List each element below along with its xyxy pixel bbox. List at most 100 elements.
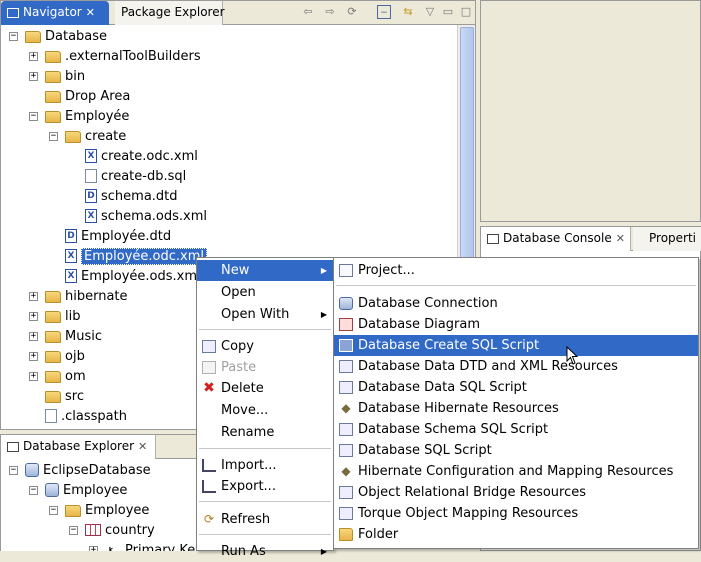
tree-item[interactable]: − Employee [29, 481, 127, 501]
menu-item-run-as[interactable]: Run As ▶ [197, 541, 333, 562]
tree-item[interactable]: X Employée.ods.xml [65, 267, 201, 287]
menu-item-paste[interactable]: Paste [197, 357, 333, 378]
collapse-icon[interactable]: − [49, 132, 58, 141]
folder-icon [45, 390, 61, 403]
minimize-icon[interactable]: ▭ [441, 5, 455, 19]
tree-item[interactable]: + .externalToolBuilders [29, 47, 201, 67]
submenu-item-project[interactable]: Project... [334, 260, 698, 281]
menu-item-move[interactable]: Move... [197, 400, 333, 421]
menu-item-copy[interactable]: Copy [197, 336, 333, 357]
sql-script-icon [339, 444, 353, 457]
tree-item[interactable]: − Employee [49, 501, 149, 521]
tree-item[interactable]: + lib [29, 307, 80, 327]
tab-navigator[interactable]: Navigator ✕ [1, 1, 109, 25]
tree-item[interactable]: src [45, 387, 84, 407]
tab-package-explorer[interactable]: Package Explorer [115, 1, 225, 25]
menu-item-open-with[interactable]: Open With ▶ [197, 304, 333, 325]
tree-item[interactable]: + om [29, 367, 86, 387]
tab-database-explorer[interactable]: Database Explorer ✕ [1, 435, 156, 459]
collapse-icon[interactable]: − [29, 112, 38, 121]
submenu-item-database-data-dtd-xml[interactable]: Database Data DTD and XML Resources [334, 356, 698, 377]
expand-icon[interactable]: + [29, 352, 38, 361]
menu-item-open[interactable]: Open [197, 282, 333, 303]
collapse-icon[interactable]: − [49, 506, 58, 515]
menu-separator [199, 448, 331, 449]
tree-item[interactable]: Dschema.dtd [85, 187, 178, 207]
menu-item-delete[interactable]: ✖ Delete [197, 378, 333, 399]
table-icon [85, 523, 101, 536]
expand-icon[interactable]: + [29, 72, 38, 81]
menu-item-rename[interactable]: Rename [197, 422, 333, 443]
expand-icon[interactable]: + [29, 52, 38, 61]
folder-open-icon [65, 130, 81, 143]
folder-icon [45, 290, 61, 303]
tree-item[interactable]: + bin [29, 67, 85, 87]
submenu-item-database-schema-sql-script[interactable]: Database Schema SQL Script [334, 419, 698, 440]
submenu-item-database-data-sql-script[interactable]: Database Data SQL Script [334, 377, 698, 398]
folder-open-icon [45, 110, 61, 123]
expand-icon[interactable]: + [89, 546, 98, 551]
collapse-icon[interactable]: − [9, 32, 18, 41]
tree-item[interactable]: Drop Area [45, 87, 130, 107]
sql-script-icon [339, 423, 353, 436]
tab-database-console[interactable]: Database Console ✕ [481, 227, 631, 251]
submenu-item-database-sql-script[interactable]: Database SQL Script [334, 440, 698, 461]
tree-item[interactable]: D Employée.dtd [65, 227, 171, 247]
submenu-arrow-icon: ▶ [320, 310, 327, 319]
submenu-item-database-diagram[interactable]: Database Diagram [334, 314, 698, 335]
dtd-xml-icon [339, 360, 353, 373]
expand-icon[interactable]: + [29, 312, 38, 321]
link-editor-icon[interactable]: ⇆ [401, 5, 415, 19]
tree-item[interactable]: − country [69, 521, 155, 541]
tree-item[interactable]: − Employée [29, 107, 129, 127]
tree-item[interactable]: Xschema.ods.xml [85, 207, 207, 227]
submenu-arrow-icon: ▶ [320, 547, 327, 556]
tree-item-selected[interactable]: X Employée.odc.xml [65, 247, 207, 267]
submenu-item-folder[interactable]: Folder [334, 524, 698, 545]
expand-icon[interactable]: + [29, 372, 38, 381]
menu-item-refresh[interactable]: ⟳ Refresh [197, 509, 333, 530]
submenu-item-object-relational-bridge[interactable]: Object Relational Bridge Resources [334, 482, 698, 503]
hibernate-icon: ◆ [341, 401, 351, 415]
collapse-all-icon[interactable]: − [377, 5, 391, 19]
file-icon [45, 408, 57, 423]
collapse-icon[interactable]: − [29, 486, 38, 495]
tree-item[interactable]: + ojb [29, 347, 85, 367]
back-icon[interactable]: ⇦ [301, 5, 315, 19]
explorer-tree: − EclipseDatabase − Employee − Employee − co… [1, 459, 198, 551]
submenu-item-hibernate-configuration[interactable]: ◆ Hibernate Configuration and Mapping Res… [334, 461, 698, 482]
menu-item-import[interactable]: Import... [197, 455, 333, 476]
expand-icon[interactable]: + [29, 292, 38, 301]
menu-separator [336, 285, 696, 286]
tree-item[interactable]: − EclipseDatabase [9, 461, 151, 481]
submenu-item-database-hibernate-resources[interactable]: ◆ Database Hibernate Resources [334, 398, 698, 419]
view-menu-icon[interactable]: ▽ [423, 5, 437, 19]
tree-item[interactable]: + hibernate [29, 287, 128, 307]
close-icon[interactable]: ✕ [616, 232, 625, 245]
explorer-panel: Database Explorer ✕ − EclipseDatabase − Emp… [0, 434, 199, 551]
tree-item[interactable]: create-db.sql [85, 167, 186, 187]
submenu-item-database-connection[interactable]: Database Connection [334, 293, 698, 314]
maximize-icon[interactable]: □ [459, 5, 473, 19]
menu-item-new[interactable]: New ▶ [197, 260, 333, 281]
tree-item[interactable]: .classpath [45, 407, 127, 427]
close-icon[interactable]: ✕ [138, 440, 147, 453]
navigator-tabbar: Navigator ✕ Package Explorer ⇦ ⇨ ⟳ − ⇆ ▽ … [1, 1, 475, 25]
tab-properties[interactable]: Properti [633, 227, 701, 251]
submenu-item-database-create-sql-script[interactable]: Database Create SQL Script [334, 335, 698, 356]
tree-item[interactable]: − create [49, 127, 126, 147]
tree-item[interactable]: + Music [29, 327, 102, 347]
tree-item[interactable]: +⚷Primary Key [89, 541, 198, 551]
expand-icon[interactable]: + [29, 332, 38, 341]
menu-item-export[interactable]: Export... [197, 476, 333, 497]
up-icon[interactable]: ⟳ [345, 5, 359, 19]
tree-item[interactable]: Xcreate.odc.xml [85, 147, 198, 167]
collapse-icon[interactable]: − [69, 526, 78, 535]
xml-file-icon: X [65, 248, 77, 263]
submenu-item-torque-object-mapping[interactable]: Torque Object Mapping Resources [334, 503, 698, 524]
close-icon[interactable]: ✕ [86, 6, 95, 19]
tree-item[interactable]: − Database [9, 27, 107, 47]
forward-icon[interactable]: ⇨ [323, 5, 337, 19]
xml-file-icon: X [65, 268, 77, 283]
collapse-icon[interactable]: − [9, 466, 18, 475]
